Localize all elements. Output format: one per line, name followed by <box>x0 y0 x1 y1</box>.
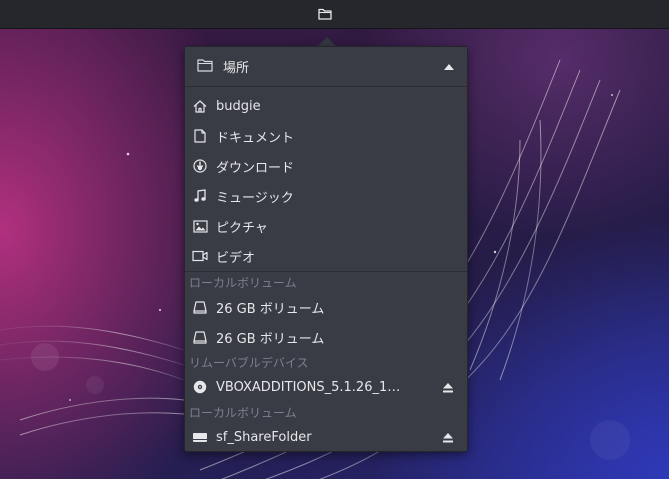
place-item-label: budgie <box>216 98 261 114</box>
place-item-videos[interactable]: ビデオ <box>185 241 467 271</box>
place-item-label: ダウンロード <box>216 160 295 176</box>
folder-icon <box>318 5 332 24</box>
place-item-pictures[interactable]: ピクチャ <box>185 211 467 241</box>
music-icon <box>191 187 209 205</box>
network-volume-label: sf_ShareFolder <box>216 429 312 445</box>
folder-icon <box>197 57 213 76</box>
place-item-label: ピクチャ <box>216 220 268 236</box>
download-icon <box>191 157 209 175</box>
pictures-icon <box>191 217 209 235</box>
places-title: 場所 <box>223 61 250 76</box>
place-item-label: ドキュメント <box>216 130 295 146</box>
popover-arrow <box>318 37 336 46</box>
drive-icon <box>191 298 209 316</box>
place-item-documents[interactable]: ドキュメント <box>185 121 467 151</box>
document-icon <box>191 127 209 145</box>
removable-item[interactable]: VBOXADDITIONS_5.1.26_1… <box>185 372 467 402</box>
top-panel <box>0 0 669 29</box>
home-icon <box>191 97 209 115</box>
drive-icon <box>191 328 209 346</box>
place-item-home[interactable]: budgie <box>185 91 467 121</box>
section-label-removable: リムーバブルデバイス <box>189 355 309 370</box>
section-label-network-volumes: ローカルボリューム <box>189 405 297 420</box>
section-label-local-volumes: ローカルボリューム <box>189 275 297 290</box>
eject-icon[interactable] <box>441 430 455 444</box>
network-drive-icon <box>191 428 209 446</box>
places-header[interactable]: 場所 <box>185 47 467 87</box>
volume-item[interactable]: 26 GB ボリューム <box>185 292 467 322</box>
volume-item[interactable]: 26 GB ボリューム <box>185 322 467 352</box>
video-icon <box>191 247 209 265</box>
places-button[interactable] <box>314 4 336 24</box>
place-item-label: ミュージック <box>216 190 294 206</box>
eject-icon[interactable] <box>441 380 455 394</box>
volume-label: 26 GB ボリューム <box>216 331 325 347</box>
volume-label: 26 GB ボリューム <box>216 301 325 317</box>
collapse-up-icon[interactable] <box>443 62 455 72</box>
network-volume-item[interactable]: sf_ShareFolder <box>185 422 467 452</box>
place-item-label: ビデオ <box>216 250 256 266</box>
removable-label: VBOXADDITIONS_5.1.26_1… <box>216 379 401 395</box>
place-item-downloads[interactable]: ダウンロード <box>185 151 467 181</box>
place-item-music[interactable]: ミュージック <box>185 181 467 211</box>
places-popover: 場所 budgie ドキュメント ダウンロード ミュージック ピクチャ ビデオ … <box>184 46 468 452</box>
optical-disc-icon <box>191 378 209 396</box>
